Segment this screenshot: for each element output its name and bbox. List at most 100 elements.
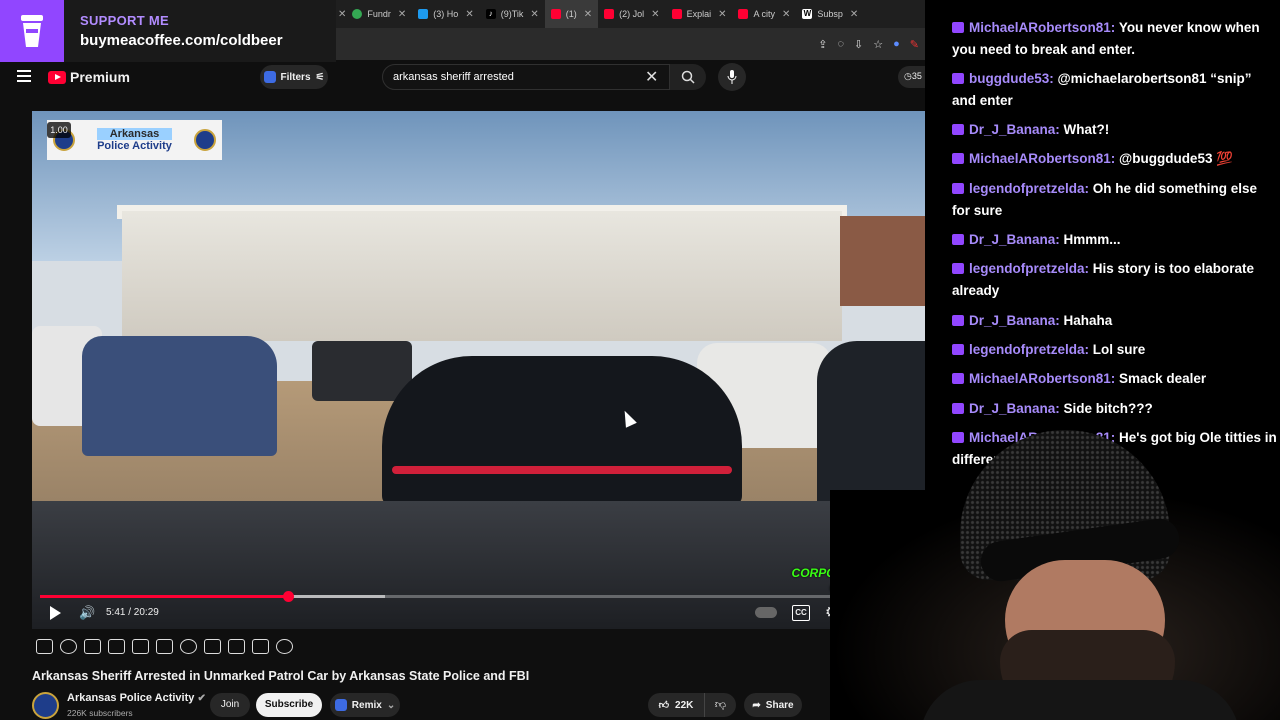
browser-tab[interactable]: A city ✕ (732, 0, 796, 28)
clear-search-icon[interactable]: ✕ (645, 67, 658, 87)
film-icon[interactable] (108, 638, 125, 654)
watermark-line2: Police Activity (97, 140, 172, 152)
play-icon[interactable] (50, 606, 61, 620)
tab-close-icon[interactable]: ✕ (850, 9, 858, 20)
join-button[interactable]: Join (210, 693, 250, 717)
chat-badge-icon (952, 73, 964, 84)
share-arrow-icon: ➦ (752, 699, 761, 711)
chat-text: Side bitch??? (1063, 401, 1153, 416)
subscribe-button[interactable]: Subscribe (256, 693, 322, 717)
cast-icon[interactable]: ◌ (837, 38, 844, 50)
chat-message: MichaelARobertson81: Smack dealer (952, 368, 1277, 390)
chat-text: Hahaha (1063, 313, 1113, 328)
chat-text: What?! (1063, 122, 1110, 137)
clock-icon: ◷ (904, 71, 912, 81)
tab-close-icon[interactable]: ✕ (718, 9, 726, 20)
loop-icon[interactable] (36, 638, 53, 654)
bookmark-star-icon[interactable]: ☆ (873, 38, 883, 51)
chat-badge-icon (952, 403, 964, 414)
tab-close-icon[interactable]: ✕ (651, 9, 659, 20)
tab-close-icon[interactable]: ✕ (584, 9, 592, 20)
tiktok-icon: ♪ (485, 9, 496, 19)
chat-badge-icon (952, 344, 964, 355)
camera-icon[interactable] (228, 638, 245, 654)
browser-toolbar: ⇪ ◌ ⇩ ☆ ● ✎ (336, 28, 925, 60)
chat-badge-icon (952, 373, 964, 384)
streamer-shirt (920, 680, 1240, 720)
extension-toolbar (36, 637, 293, 655)
chat-username: MichaelARobertson81 (969, 20, 1111, 35)
image-icon[interactable] (132, 638, 149, 654)
browser-tab[interactable]: ♪ (9)Tik ✕ (480, 0, 545, 28)
chat-badge-icon (952, 315, 964, 326)
browser-tab-active[interactable]: (1) ✕ (544, 0, 599, 28)
channel-name[interactable]: Arkansas Police Activity ✔ (67, 692, 206, 704)
chat-badge-icon (952, 234, 964, 245)
tab-label: (9)Tik (500, 9, 524, 19)
captions-button[interactable]: CC (792, 605, 810, 621)
search-input[interactable]: arkansas sheriff arrested (382, 64, 670, 90)
audio-wave-icon[interactable] (60, 638, 77, 654)
browser-tab[interactable]: (2) Jol ✕ (598, 0, 665, 28)
gear-icon[interactable] (276, 638, 293, 654)
subscriber-count: 226K subscribers (67, 708, 133, 718)
channel-name-text: Arkansas Police Activity (67, 692, 195, 704)
video-scene (82, 336, 277, 456)
menu-icon[interactable] (17, 70, 31, 82)
chat-badge-icon (952, 124, 964, 135)
autoplay-toggle[interactable] (755, 607, 777, 618)
playlist-icon[interactable] (156, 638, 173, 654)
extension-icon[interactable]: ● (893, 38, 900, 50)
chat-badge-icon (952, 22, 964, 33)
download-icon[interactable]: ⇩ (854, 38, 863, 51)
scrubber-handle[interactable] (282, 591, 294, 602)
police-badge-icon (193, 129, 216, 151)
remix-button[interactable]: Remix ⌄ (330, 693, 400, 717)
youtube-favicon-icon (738, 9, 749, 19)
like-button[interactable]: 👍︎ 22K (648, 693, 704, 717)
tab-close-icon[interactable]: ✕ (465, 9, 473, 20)
speed-gauge-icon[interactable] (180, 638, 197, 654)
chat-text: Hmmm... (1063, 232, 1121, 247)
search-button[interactable] (670, 64, 706, 90)
keyboard-icon[interactable] (252, 638, 269, 654)
chat-username: Dr_J_Banana (969, 122, 1056, 137)
microphone-icon (727, 70, 737, 84)
chat-message: legendofpretzelda: Oh he did something e… (952, 181, 1258, 218)
volume-icon[interactable]: 🔊 (79, 605, 95, 621)
youtube-logo[interactable]: Premium (48, 69, 130, 85)
chat-username: buggdude53 (969, 71, 1050, 86)
browser-tab[interactable]: Explai ✕ (666, 0, 733, 28)
video-player[interactable] (32, 111, 925, 629)
chat-username: Dr_J_Banana (969, 313, 1056, 328)
share-button[interactable]: ➦ Share (744, 693, 802, 717)
remix-label: Remix (351, 699, 382, 711)
tab-close-icon[interactable]: ✕ (782, 9, 790, 20)
timer-chip[interactable]: ◷35 (898, 66, 925, 88)
filters-label: Filters (280, 71, 311, 83)
channel-avatar[interactable] (32, 692, 59, 719)
browser-tab[interactable]: (3) Ho ✕ (412, 0, 479, 28)
video-scene (122, 211, 842, 341)
youtube-favicon-icon (671, 9, 682, 19)
video-scene (840, 216, 925, 306)
browser-tab[interactable]: Fundr ✕ (346, 0, 412, 28)
timer-value: 35 (911, 71, 922, 81)
screen-icon[interactable] (84, 638, 101, 654)
add-screen-icon[interactable] (204, 638, 221, 654)
tab-close-icon[interactable]: ✕ (398, 9, 406, 20)
tab-close-icon[interactable]: ✕ (338, 9, 346, 20)
browser-tab[interactable]: W Subsp ✕ (796, 0, 864, 28)
time-display: 5:41 / 20:29 (106, 607, 159, 618)
voice-search-button[interactable] (718, 63, 746, 91)
chat-message: Dr_J_Banana: What?! (952, 119, 1277, 141)
install-app-icon[interactable]: ⇪ (818, 38, 827, 51)
support-url: buymeacoffee.com/coldbeer (80, 32, 283, 49)
extension-icon[interactable]: ✎ (910, 38, 919, 51)
tab-close-icon[interactable]: ✕ (530, 9, 538, 20)
extension-icon (334, 699, 347, 711)
video-scene (392, 466, 732, 474)
verified-icon: ✔ (197, 693, 206, 704)
filters-button[interactable]: Filters ⚟ (260, 65, 328, 89)
dislike-button[interactable]: 👎︎ (704, 693, 736, 717)
